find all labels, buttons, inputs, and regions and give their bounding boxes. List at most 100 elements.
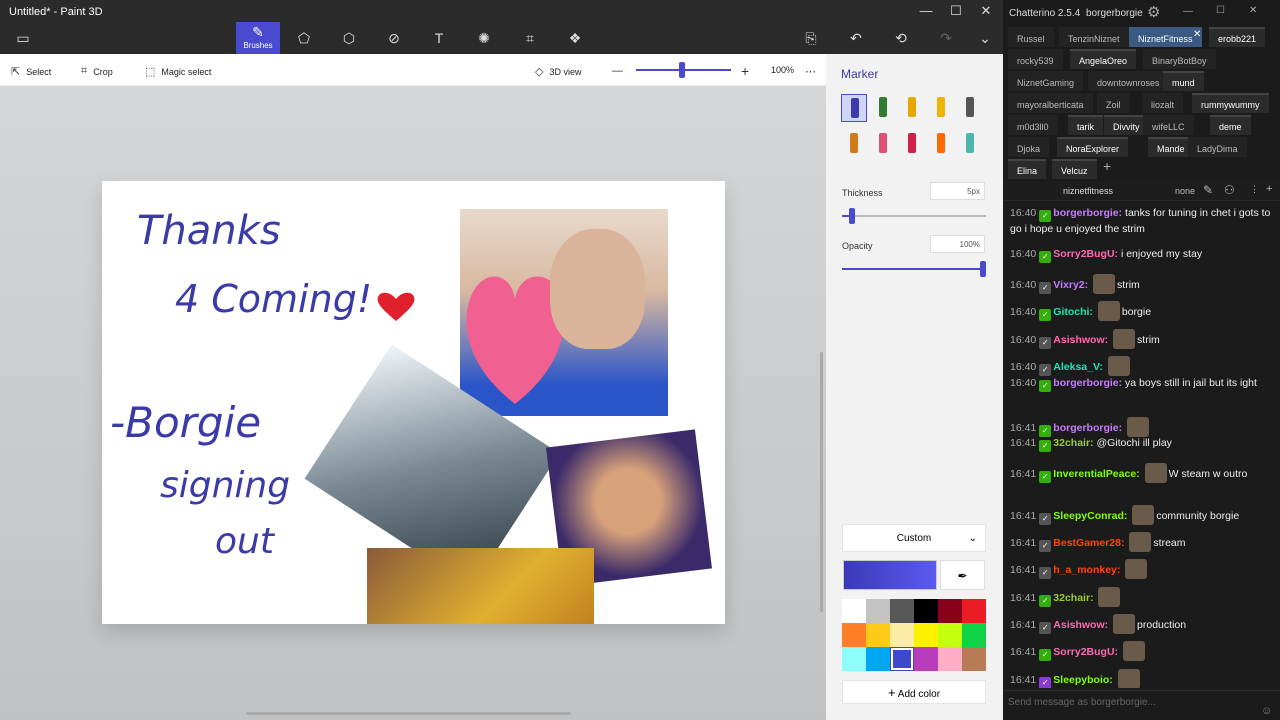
palette-swatch[interactable] [962, 623, 986, 647]
horizontal-scrollbar[interactable] [246, 712, 571, 715]
3d-library-icon[interactable]: ❖ [553, 22, 597, 54]
tab-noraexplorer[interactable]: NoraExplorer [1057, 137, 1129, 157]
message-username[interactable]: SleepyConrad [1053, 510, 1124, 522]
more-menu-icon[interactable]: ⋮ [1250, 184, 1259, 195]
tab-elina[interactable]: Elina [1008, 159, 1047, 179]
gear-icon[interactable]: ⚙ [1147, 3, 1160, 21]
chat-message[interactable]: 16:41 ✓ h_a_monkey: [1010, 559, 1272, 579]
tab-rummywummy[interactable]: rummywummy [1192, 93, 1269, 113]
chat-message[interactable]: 16:40 ✓ Gitochi: borgie [1010, 301, 1272, 321]
select-button[interactable]: ⇱ Select [11, 65, 51, 78]
opacity-slider-thumb[interactable] [980, 261, 986, 277]
add-color-button[interactable]: + Add color [842, 680, 986, 704]
history-icon[interactable]: ⟲ [879, 22, 923, 54]
chat-message[interactable]: 16:40 ✓ Vixry2: strim [1010, 274, 1272, 294]
tab-rocky539[interactable]: rocky539 [1008, 49, 1063, 69]
tab-erobb221[interactable]: erobb221 [1209, 27, 1266, 47]
maximize-icon[interactable]: ☐ [939, 0, 973, 22]
message-username[interactable]: borgerborgie [1053, 377, 1118, 389]
chevron-down-icon[interactable]: ⌄ [963, 22, 1007, 54]
palette-swatch[interactable] [890, 647, 914, 671]
palette-swatch[interactable] [866, 647, 890, 671]
message-username[interactable]: Asishwow [1053, 334, 1104, 346]
message-username[interactable]: Asishwow [1053, 619, 1104, 631]
message-username[interactable]: Vixry2 [1053, 279, 1084, 291]
chat-message[interactable]: 16:40 ✓ Asishwow: strim [1010, 329, 1272, 349]
chat-message[interactable]: 16:40 ✓ borgerborgie: ya boys still in jai… [1010, 376, 1272, 392]
tab-djoka[interactable]: Djoka [1008, 137, 1050, 157]
tab-russel[interactable]: Russel [1008, 27, 1054, 47]
chat-message[interactable]: 16:41 ✓ Sleepyboio: [1010, 669, 1272, 688]
emote-icon[interactable] [1129, 532, 1152, 552]
chat-message[interactable]: 16:41 ✓ 32chair: @Gitochi ill play [1010, 436, 1272, 452]
tab-mayoralberticata[interactable]: mayoralberticata [1008, 93, 1093, 113]
message-username[interactable]: Sorry2BugU [1053, 248, 1114, 260]
opacity-input[interactable]: 100% [930, 235, 985, 253]
tab-liozalt[interactable]: liozalt [1142, 93, 1184, 113]
palette-swatch[interactable] [962, 599, 986, 623]
chat-message[interactable]: 16:41 ✓ BestGamer28: stream [1010, 532, 1272, 552]
menu-folder-icon[interactable]: ▭ [1, 22, 45, 54]
tab-brushes[interactable]: ✎ Brushes [236, 22, 280, 54]
opacity-slider[interactable] [842, 268, 986, 270]
minimize-icon[interactable]: — [909, 0, 943, 22]
redo-icon[interactable]: ↷ [924, 22, 968, 54]
message-username[interactable]: BestGamer28 [1053, 537, 1121, 549]
palette-swatch[interactable] [890, 623, 914, 647]
tab-wifellc[interactable]: wifeLLC [1143, 115, 1194, 135]
palette-swatch[interactable] [914, 599, 938, 623]
3d-view-button[interactable]: ◇ 3D view [535, 65, 581, 78]
palette-swatch[interactable] [890, 599, 914, 623]
magic-select-button[interactable]: ⬚ Magic select [145, 65, 211, 78]
chat-input[interactable]: Send message as borgerborgie... ☺ [1003, 690, 1280, 720]
spray-can-icon[interactable] [928, 130, 954, 158]
tab-tenzinniznet[interactable]: TenzinNiznet [1059, 27, 1129, 47]
crayon-icon[interactable] [899, 130, 925, 158]
emote-icon[interactable] [1107, 356, 1130, 376]
marker-icon[interactable] [841, 94, 867, 122]
chat-message[interactable]: 16:41 ✓ Asishwow: production [1010, 614, 1272, 634]
watercolor-icon[interactable] [928, 94, 954, 122]
tab-niznetfitness[interactable]: NiznetFitness [1129, 27, 1202, 47]
emote-icon[interactable] [1098, 587, 1121, 607]
effects-icon[interactable]: ✺ [462, 22, 506, 54]
palette-swatch[interactable] [938, 599, 962, 623]
current-color-swatch[interactable] [843, 560, 937, 590]
pixel-pen-icon[interactable] [957, 94, 983, 122]
chat-message[interactable]: 16:41 ✓ SleepyConrad: community borgie [1010, 505, 1272, 525]
tab-velcuz[interactable]: Velcuz [1052, 159, 1097, 179]
emote-icon[interactable] [1097, 301, 1120, 321]
message-username[interactable]: Sorry2BugU [1053, 646, 1114, 658]
tab-mande[interactable]: Mande [1148, 137, 1194, 157]
users-icon[interactable]: ⚇ [1224, 183, 1235, 197]
message-username[interactable]: 32chair [1053, 437, 1090, 449]
emote-icon[interactable] [1113, 329, 1136, 349]
account-name[interactable]: borgerborgie [1086, 8, 1143, 19]
palette-swatch[interactable] [842, 647, 866, 671]
channel-mode[interactable]: none [1175, 186, 1195, 196]
palette-swatch[interactable] [938, 623, 962, 647]
emote-icon[interactable] [1132, 505, 1155, 525]
vertical-scrollbar[interactable] [820, 352, 823, 612]
emote-icon[interactable] [1127, 417, 1150, 437]
tab-deme[interactable]: deme [1210, 115, 1251, 135]
tab-downtownroses[interactable]: downtownroses [1088, 71, 1169, 91]
maximize-icon[interactable]: ☐ [1216, 5, 1225, 16]
chat-message[interactable]: 16:41 ✓ InverentialPeace: W steam w outro [1010, 463, 1272, 483]
palette-swatch[interactable] [866, 599, 890, 623]
emote-icon[interactable] [1144, 463, 1167, 483]
thickness-slider-thumb[interactable] [848, 208, 855, 224]
chat-message[interactable]: 16:40 ✓ borgerborgie: tanks for tuning in … [1010, 206, 1272, 236]
palette-swatch[interactable] [866, 623, 890, 647]
chat-message[interactable]: 16:41 ✓ 32chair: [1010, 587, 1272, 607]
eraser-icon[interactable] [870, 130, 896, 158]
emote-picker-icon[interactable]: ☺ [1261, 705, 1272, 717]
tab-zoil[interactable]: Zoil [1097, 93, 1130, 113]
close-icon[interactable]: ✕ [969, 0, 1003, 22]
zoom-in-icon[interactable]: + [741, 63, 749, 79]
add-tab-icon[interactable]: + [1103, 158, 1111, 174]
chat-message[interactable]: 16:41 ✓ Sorry2BugU: [1010, 641, 1272, 661]
color-mode-dropdown[interactable]: Custom ⌄ [842, 524, 986, 552]
stickers-icon[interactable]: ⊘ [372, 22, 416, 54]
calligraphy-pen-icon[interactable] [870, 94, 896, 122]
